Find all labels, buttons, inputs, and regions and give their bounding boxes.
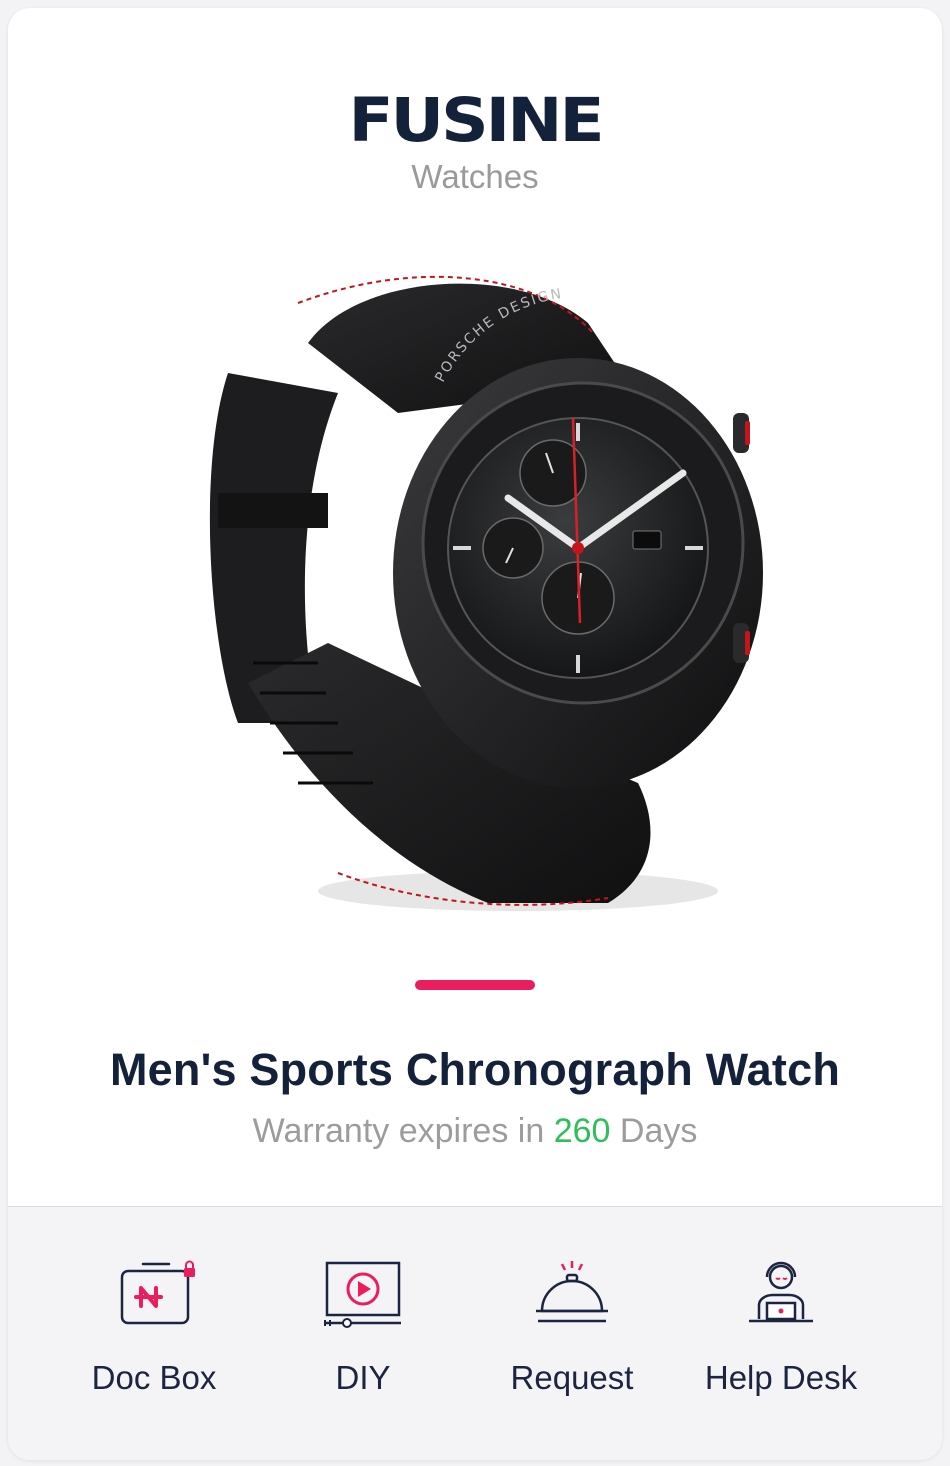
- brand-logo: FUSINE: [348, 85, 604, 156]
- doc-box-button[interactable]: Doc Box: [49, 1259, 259, 1419]
- help-desk-label: Help Desk: [704, 1359, 858, 1396]
- product-card: FUSINE Watches PORSCHE DESIGN Men's Spor…: [8, 8, 942, 1460]
- product-title: Men's Sports Chronograph Watch: [109, 1044, 841, 1095]
- warranty-status: Warranty expires in 260 Days: [8, 1112, 942, 1151]
- warranty-suffix: Days: [619, 1112, 698, 1150]
- request-button[interactable]: Request: [467, 1259, 677, 1419]
- help-desk-button[interactable]: Help Desk: [676, 1259, 886, 1419]
- accent-divider: [415, 980, 535, 990]
- service-bell-icon: [536, 1261, 608, 1323]
- watch-image: PORSCHE DESIGN: [209, 275, 763, 911]
- diy-label: DIY: [335, 1359, 391, 1396]
- request-label: Request: [510, 1359, 634, 1396]
- doc-box-label: Doc Box: [91, 1359, 217, 1396]
- diy-button[interactable]: DIY: [258, 1259, 468, 1419]
- brand-header: FUSINE Watches: [8, 86, 942, 196]
- brand-category: Watches: [411, 158, 539, 195]
- doc-box-icon: [120, 1260, 195, 1325]
- support-agent-icon: [749, 1261, 813, 1323]
- action-bar: Doc Box DIY Request Help Desk: [8, 1206, 942, 1460]
- video-play-icon: [324, 1261, 401, 1328]
- warranty-days-count: 260: [553, 1112, 611, 1150]
- warranty-prefix: Warranty expires in: [252, 1112, 545, 1150]
